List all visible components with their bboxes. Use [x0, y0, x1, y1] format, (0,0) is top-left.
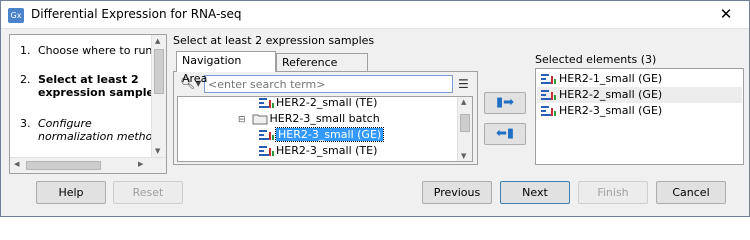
tree-vertical-scrollbar[interactable]: ▲ ▼ — [457, 97, 472, 161]
content-title: Select at least 2 expression samples — [173, 34, 375, 47]
list-item-label: HER2-3_small (GE) — [559, 104, 663, 117]
scroll-left-icon[interactable]: ◀ — [14, 160, 19, 168]
arrow-left-icon: ⬅▮ — [495, 126, 515, 141]
steps-vertical-scrollbar[interactable]: ▲ ▼ — [151, 35, 166, 157]
next-button[interactable]: Next — [500, 181, 570, 204]
tree-item-folder[interactable]: ⊟ HER2-3_small batch — [238, 111, 380, 127]
app-icon: Gx — [8, 8, 24, 23]
step-label: Configure normalization method — [38, 117, 160, 143]
expression-track-icon — [259, 98, 274, 108]
list-item[interactable]: HER2-3_small (GE) — [537, 103, 742, 119]
cancel-button[interactable]: Cancel — [656, 181, 726, 204]
tab-reference-data[interactable]: Reference Data — [276, 53, 368, 87]
navigation-panel: Navigation Area Reference Data 🔍︎▾ ☰ HER… — [173, 51, 478, 165]
list-item[interactable]: HER2-2_small (GE) — [537, 87, 742, 103]
list-item-label: HER2-2_small (GE) — [559, 88, 663, 101]
scroll-thumb[interactable] — [154, 49, 164, 94]
folder-icon — [252, 114, 267, 125]
tree-item[interactable]: HER2-3_small (TE) — [258, 143, 377, 159]
step-label: Choose where to run — [38, 44, 153, 57]
scroll-up-icon[interactable]: ▲ — [461, 98, 466, 106]
finish-button[interactable]: Finish — [578, 181, 648, 204]
list-item[interactable]: HER2-1_small (GE) — [537, 71, 742, 87]
add-to-selection-button[interactable]: ▮➡ — [484, 92, 526, 114]
close-button[interactable]: ✕ — [703, 1, 749, 28]
tree-item-label: HER2-3_small (GE) — [274, 127, 385, 142]
scroll-thumb[interactable] — [460, 114, 470, 132]
step-label: Select at least 2 expression samples — [38, 73, 161, 99]
tree-item-label: HER2-2_small (TE) — [276, 96, 378, 109]
step-number: 1. — [20, 44, 31, 57]
selected-elements-title: Selected elements (3) — [535, 53, 657, 66]
scroll-down-icon[interactable]: ▼ — [461, 152, 466, 160]
dialog-window: Gx Differential Expression for RNA-seq ✕… — [0, 0, 750, 217]
filter-menu-icon[interactable]: ☰ — [458, 77, 469, 91]
scroll-thumb[interactable] — [26, 161, 101, 170]
remove-from-selection-button[interactable]: ⬅▮ — [484, 123, 526, 145]
window-title: Differential Expression for RNA-seq — [31, 7, 242, 21]
wizard-steps-panel: 1. Choose where to run 2. Select at leas… — [9, 34, 167, 174]
help-button[interactable]: Help — [36, 181, 106, 204]
expression-track-icon — [259, 146, 274, 156]
steps-horizontal-scrollbar[interactable]: ◀ ▶ — [10, 157, 166, 173]
scroll-down-icon[interactable]: ▼ — [155, 147, 160, 155]
reset-button[interactable]: Reset — [113, 181, 183, 204]
tree-item-selected[interactable]: HER2-3_small (GE) — [258, 127, 385, 143]
selected-elements-list: HER2-1_small (GE) HER2-2_small (GE) HER2… — [535, 68, 744, 165]
expression-track-icon — [541, 90, 556, 100]
tab-content: 🔍︎▾ ☰ HER2-2_small (TE) ⊟ HER2-3_small b… — [173, 71, 478, 165]
navigation-tree: HER2-2_small (TE) ⊟ HER2-3_small batch H… — [177, 96, 473, 162]
search-input[interactable] — [204, 75, 453, 93]
list-item-label: HER2-1_small (GE) — [559, 72, 663, 85]
previous-button[interactable]: Previous — [422, 181, 492, 204]
tree-item[interactable]: HER2-2_small (TE) — [258, 96, 378, 111]
collapse-icon[interactable]: ⊟ — [238, 112, 248, 128]
step-number: 2. — [20, 73, 31, 86]
arrow-right-icon: ▮➡ — [495, 95, 515, 110]
expression-track-icon — [541, 74, 556, 84]
step-number: 3. — [20, 117, 31, 130]
expression-track-icon — [259, 130, 274, 140]
title-bar: Gx Differential Expression for RNA-seq ✕ — [1, 1, 749, 29]
tree-item-label: HER2-3_small batch — [269, 112, 380, 125]
scroll-right-icon[interactable]: ▶ — [138, 160, 143, 168]
expression-track-icon — [541, 106, 556, 116]
tab-navigation-area[interactable]: Navigation Area — [176, 51, 276, 85]
tree-item-label: HER2-3_small (TE) — [276, 144, 378, 157]
scroll-up-icon[interactable]: ▲ — [155, 37, 160, 45]
